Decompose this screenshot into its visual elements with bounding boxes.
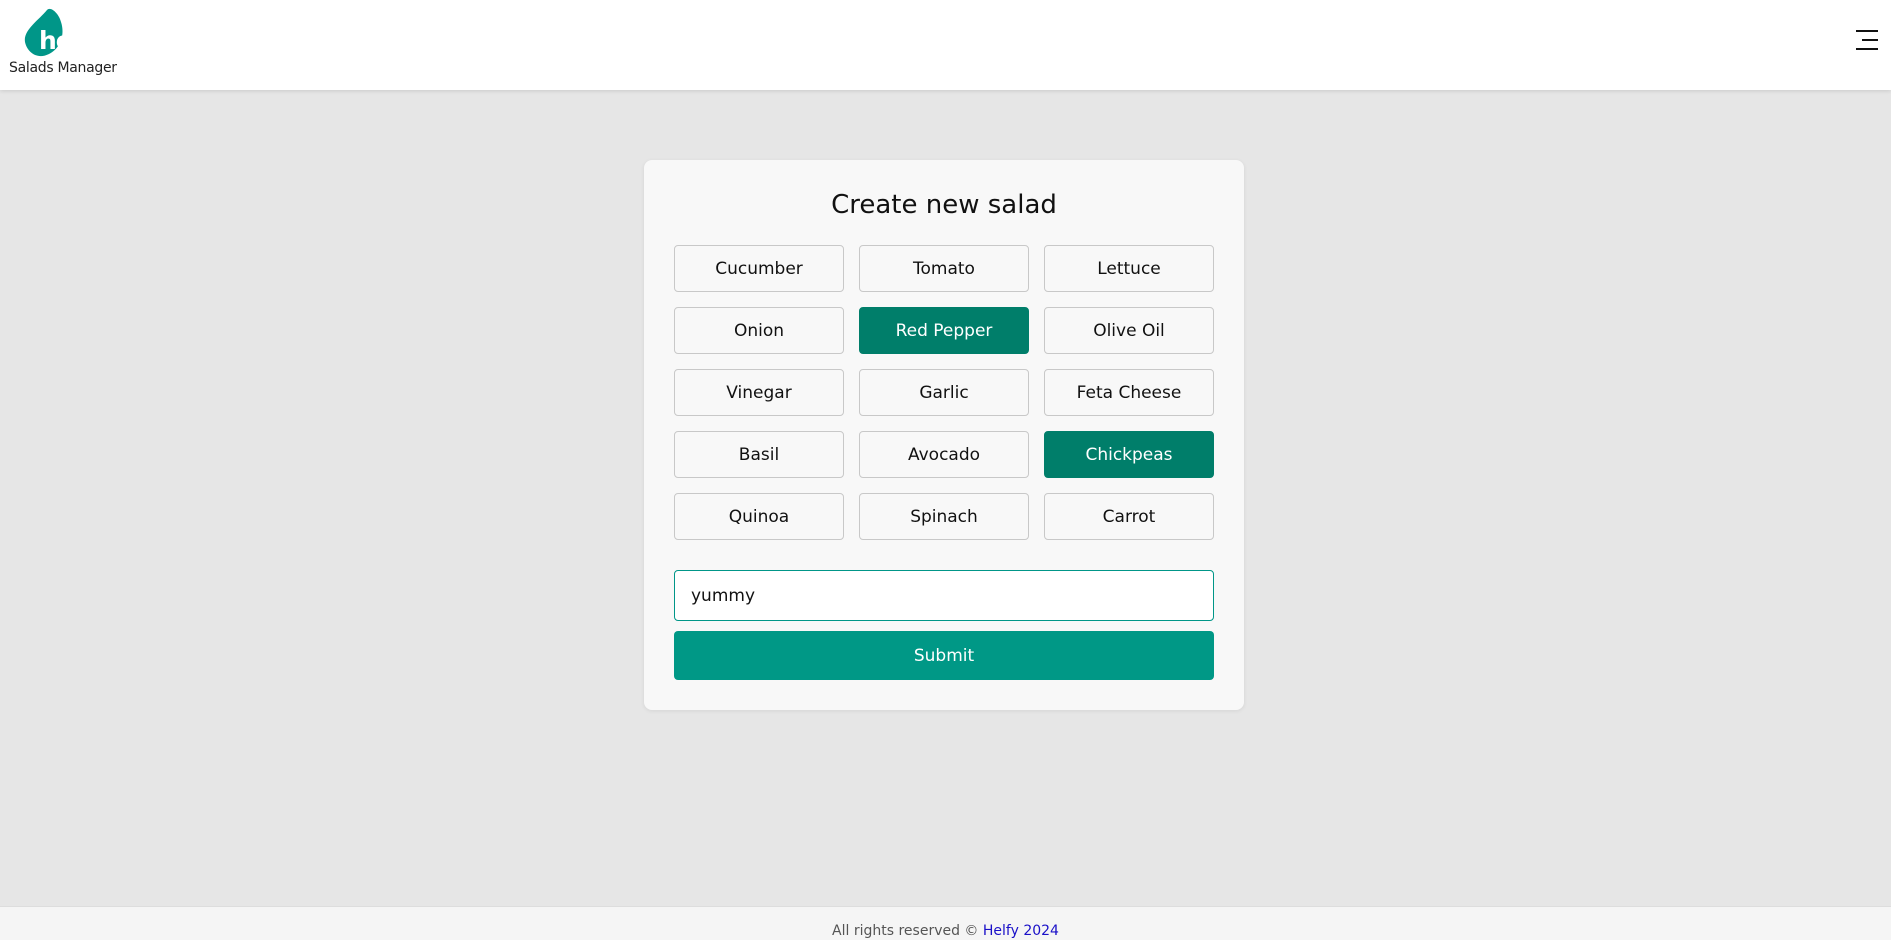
ingredient-button-chickpeas[interactable]: Chickpeas xyxy=(1044,431,1214,478)
logo-text: helfy xyxy=(39,26,105,55)
ingredient-button-vinegar[interactable]: Vinegar xyxy=(674,369,844,416)
footer-brand-link[interactable]: Helfy 2024 xyxy=(983,923,1059,939)
hamburger-menu-icon[interactable] xyxy=(1854,29,1878,51)
ingredient-button-lettuce[interactable]: Lettuce xyxy=(1044,245,1214,292)
ingredient-button-spinach[interactable]: Spinach xyxy=(859,493,1029,540)
ingredient-button-garlic[interactable]: Garlic xyxy=(859,369,1029,416)
helfy-logo[interactable]: helfy Salads Manager xyxy=(9,8,119,80)
ingredient-button-quinoa[interactable]: Quinoa xyxy=(674,493,844,540)
ingredient-button-tomato[interactable]: Tomato xyxy=(859,245,1029,292)
ingredient-button-avocado[interactable]: Avocado xyxy=(859,431,1029,478)
create-salad-card: Create new salad Cucumber Tomato Lettuce On… xyxy=(644,160,1244,710)
logo-wordmark: helfy xyxy=(39,26,105,55)
top-header: helfy Salads Manager xyxy=(0,0,1891,90)
salad-name-input[interactable] xyxy=(674,570,1214,621)
ingredient-button-basil[interactable]: Basil xyxy=(674,431,844,478)
ingredient-grid: Cucumber Tomato Lettuce Onion Red Pepper Oliv… xyxy=(674,245,1214,540)
footer-text: All rights reserved © xyxy=(832,923,983,939)
ingredient-button-onion[interactable]: Onion xyxy=(674,307,844,354)
ingredient-button-feta-cheese[interactable]: Feta Cheese xyxy=(1044,369,1214,416)
ingredient-button-olive-oil[interactable]: Olive Oil xyxy=(1044,307,1214,354)
ingredient-button-cucumber[interactable]: Cucumber xyxy=(674,245,844,292)
submit-button[interactable]: Submit xyxy=(674,631,1214,680)
ingredient-button-red-pepper[interactable]: Red Pepper xyxy=(859,307,1029,354)
ingredient-button-carrot[interactable]: Carrot xyxy=(1044,493,1214,540)
app-subtitle: Salads Manager xyxy=(9,60,117,76)
footer: All rights reserved © Helfy 2024 xyxy=(0,906,1891,940)
page-title: Create new salad xyxy=(831,190,1057,220)
